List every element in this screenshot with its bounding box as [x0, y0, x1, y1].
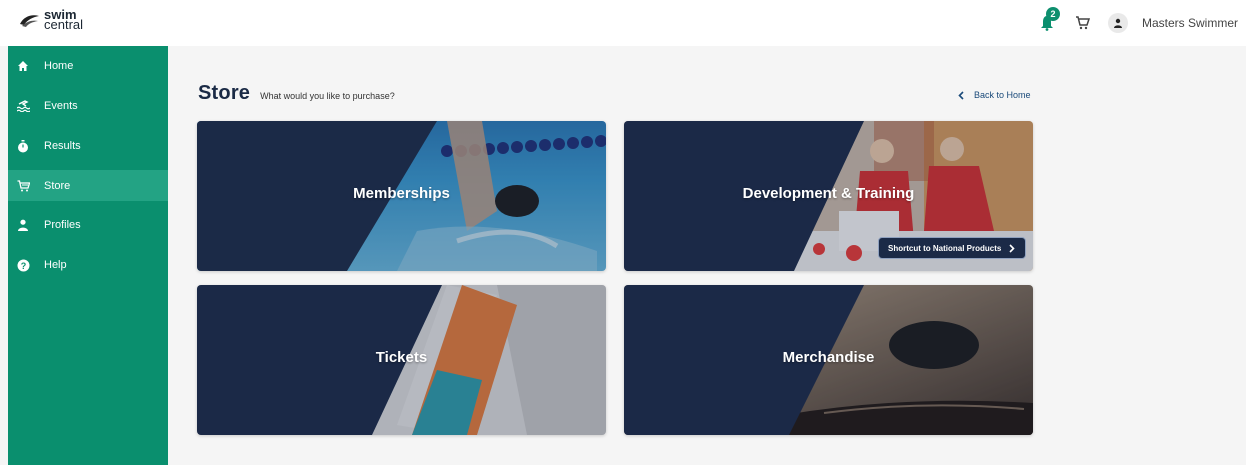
store-card-tickets[interactable]: Tickets [197, 285, 606, 435]
home-icon [16, 59, 30, 73]
card-label: Development & Training [742, 185, 915, 202]
person-icon [16, 218, 30, 232]
logo-mark-icon [20, 15, 39, 27]
shortcut-label: Shortcut to National Products [888, 243, 1002, 253]
stopwatch-icon [16, 139, 30, 153]
notifications-button[interactable]: 2 [1036, 7, 1060, 34]
sidebar-item-results[interactable]: Results [8, 126, 168, 166]
swim-icon [16, 99, 30, 113]
chevron-left-icon [958, 90, 964, 100]
card-label: Memberships [353, 185, 450, 202]
user-name[interactable]: Masters Swimmer [1142, 16, 1238, 30]
sidebar-item-store[interactable]: Store [8, 170, 168, 201]
top-bar: swim central 2 Masters Swimmer [0, 0, 1246, 46]
store-card-merchandise[interactable]: Merchandise [624, 285, 1033, 435]
back-to-home-link[interactable]: Back to Home [958, 90, 1031, 100]
store-card-memberships[interactable]: Memberships [197, 121, 606, 271]
sidebar-item-label: Store [44, 179, 71, 192]
person-icon [1113, 18, 1122, 28]
sidebar-item-profiles[interactable]: Profiles [8, 205, 168, 245]
page-subtitle: What would you like to purchase? [260, 91, 395, 101]
svg-text:?: ? [20, 260, 26, 270]
sidebar-item-events[interactable]: Events [8, 86, 168, 126]
sidebar-item-home[interactable]: Home [8, 46, 168, 86]
logo-line2: central [44, 17, 84, 32]
card-label: Merchandise [782, 349, 875, 366]
help-icon: ? [16, 258, 30, 272]
sidebar-item-label: Results [44, 140, 81, 152]
header-actions: 2 Masters Swimmer [1036, 7, 1238, 34]
cart-button[interactable] [1072, 12, 1094, 34]
sidebar-item-help[interactable]: ? Help [8, 245, 168, 285]
store-card-development-training[interactable]: Development & Training Shortcut to Natio… [624, 121, 1033, 271]
cart-icon [16, 179, 30, 193]
shortcut-national-products-button[interactable]: Shortcut to National Products [878, 237, 1027, 259]
sidebar-item-label: Profiles [44, 219, 81, 231]
page-header: Store What would you like to purchase? [198, 82, 395, 105]
sidebar-item-label: Home [44, 60, 74, 72]
sidebar-item-label: Events [44, 100, 78, 112]
swim-central-logo[interactable]: swim central [18, 8, 84, 32]
notification-badge: 2 [1045, 7, 1060, 21]
avatar[interactable] [1107, 13, 1128, 33]
sidebar-item-label: Help [44, 259, 67, 271]
cart-icon [1076, 16, 1091, 30]
back-link-label: Back to Home [974, 90, 1031, 100]
card-label: Tickets [375, 349, 428, 366]
chevron-right-icon [1009, 243, 1015, 253]
logo-text: swim central [44, 8, 84, 32]
sidebar: Home Events Results Store Profiles ? Hel… [8, 46, 168, 465]
page-title: Store [198, 82, 251, 104]
